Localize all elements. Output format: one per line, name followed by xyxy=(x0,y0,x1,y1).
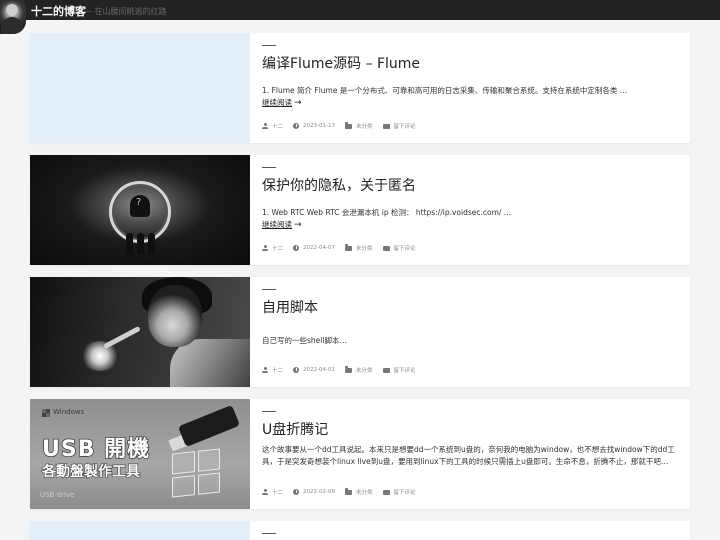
windows-tiles-icon xyxy=(172,448,220,498)
post-card xyxy=(30,521,690,540)
title-rule xyxy=(262,533,276,534)
arrow-right-icon[interactable]: → xyxy=(294,98,302,108)
post-thumbnail[interactable]: ? xyxy=(30,155,250,265)
post-card: ? 保护你的隐私，关于匿名 1. Web RTC Web RTC 会泄漏本机 i… xyxy=(30,155,690,265)
post-thumbnail[interactable]: Windows USB 開機 各動盤製作工具 USB drive xyxy=(30,399,250,509)
windows-logo-icon xyxy=(42,409,50,417)
comment-icon xyxy=(382,367,390,373)
post-card: 编译Flume源码 – Flume 1. Flume 简介 Flume 是一个分… xyxy=(30,33,690,143)
folder-icon xyxy=(344,244,352,251)
post-meta: 十二 2022-04-07 未分类 留下评论 xyxy=(262,244,426,252)
clock-icon xyxy=(293,245,300,251)
clock-icon xyxy=(293,489,300,495)
usb-drive-icon xyxy=(177,404,241,448)
post-title[interactable]: U盘折腾记 xyxy=(262,419,328,439)
post-excerpt: 这个故事要从一个dd工具说起。本来只是想要dd一个系统到u盘的，奈何我的电脑为w… xyxy=(262,444,680,468)
clock-icon xyxy=(293,367,300,373)
post-title[interactable]: 自用脚本 xyxy=(262,297,318,317)
thumbnail-subheading: 各動盤製作工具 xyxy=(41,463,140,480)
title-rule xyxy=(262,411,276,412)
post-category[interactable]: 未分类 xyxy=(356,122,373,130)
avatar[interactable] xyxy=(0,0,26,34)
arrow-right-icon[interactable]: → xyxy=(294,220,302,230)
excerpt-text: 1. Flume 简介 Flume 是一个分布式、可靠和高可用的日志采集、传输和… xyxy=(262,86,628,95)
post-thumbnail[interactable] xyxy=(30,521,250,540)
post-excerpt: 1. Web RTC Web RTC 会泄漏本机 ip 检测： https://… xyxy=(262,207,680,231)
microphone xyxy=(103,325,141,350)
post-comments[interactable]: 留下评论 xyxy=(394,122,416,130)
post-author[interactable]: 十二 xyxy=(272,122,283,130)
thumbnail-heading: USB 開機 xyxy=(41,436,151,463)
user-icon xyxy=(262,245,268,251)
title-rule xyxy=(262,167,276,168)
site-description: — 在山腰间眺逃的红路 xyxy=(84,7,167,16)
post-excerpt: 自己写的一些shell脚本… xyxy=(262,335,680,347)
post-category[interactable]: 未分类 xyxy=(356,488,373,496)
folder-icon xyxy=(344,366,352,373)
post-comments[interactable]: 留下评论 xyxy=(394,488,416,496)
post-comments[interactable]: 留下评论 xyxy=(394,366,416,374)
excerpt-text: 自己写的一些shell脚本… xyxy=(262,336,347,345)
comment-icon xyxy=(382,245,390,251)
title-rule xyxy=(262,45,276,46)
post-meta: 十二 2022-02-09 未分类 留下评论 xyxy=(262,488,426,496)
read-more-link[interactable]: 继续阅读 xyxy=(262,98,292,107)
excerpt-text: 1. Web RTC Web RTC 会泄漏本机 ip 检测： https://… xyxy=(262,208,512,217)
thumbnail-footer: USB drive xyxy=(40,491,75,499)
post-title[interactable]: 保护你的隐私，关于匿名 xyxy=(262,175,416,195)
comment-icon xyxy=(382,123,390,129)
post-title[interactable]: 编译Flume源码 – Flume xyxy=(262,53,420,73)
post-date[interactable]: 2022-02-09 xyxy=(303,489,335,495)
site-title[interactable]: 十二的博客 xyxy=(31,3,86,19)
post-thumbnail[interactable] xyxy=(30,277,250,387)
post-card: 自用脚本 自己写的一些shell脚本… 十二 2022-04-01 未分类 留下… xyxy=(30,277,690,387)
post-author[interactable]: 十二 xyxy=(272,488,283,496)
post-meta: 十二 2023-01-17 未分类 留下评论 xyxy=(262,122,426,130)
read-more-link[interactable]: 继续阅读 xyxy=(262,220,292,229)
top-bar: 十二的博客 — 在山腰间眺逃的红路 xyxy=(0,0,720,34)
excerpt-text: 这个故事要从一个dd工具说起。本来只是想要dd一个系统到u盘的，奈何我的电脑为w… xyxy=(262,445,675,466)
post-date[interactable]: 2022-04-07 xyxy=(303,245,335,251)
user-icon xyxy=(262,367,268,373)
post-meta: 十二 2022-04-01 未分类 留下评论 xyxy=(262,366,426,374)
post-date[interactable]: 2022-04-01 xyxy=(303,367,335,373)
post-comments[interactable]: 留下评论 xyxy=(394,244,416,252)
thumbnail-text: Windows xyxy=(53,408,85,416)
user-icon xyxy=(262,489,268,495)
user-icon xyxy=(262,123,268,129)
post-category[interactable]: 未分类 xyxy=(356,244,373,252)
post-card: Windows USB 開機 各動盤製作工具 USB drive U盘折腾记 这… xyxy=(30,399,690,509)
post-author[interactable]: 十二 xyxy=(272,244,283,252)
post-category[interactable]: 未分类 xyxy=(356,366,373,374)
post-thumbnail[interactable] xyxy=(30,33,250,143)
comment-icon xyxy=(382,489,390,495)
clock-icon xyxy=(293,123,300,129)
title-rule xyxy=(262,289,276,290)
post-excerpt: 1. Flume 简介 Flume 是一个分布式、可靠和高可用的日志采集、传输和… xyxy=(262,85,680,109)
post-author[interactable]: 十二 xyxy=(272,366,283,374)
folder-icon xyxy=(344,122,352,129)
post-date[interactable]: 2023-01-17 xyxy=(303,123,335,129)
folder-icon xyxy=(344,488,352,495)
